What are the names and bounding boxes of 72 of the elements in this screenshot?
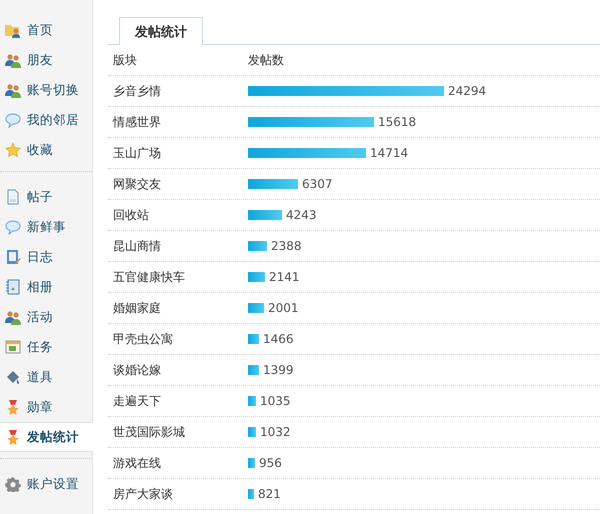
post-count: 2388 [270, 239, 302, 253]
medal-icon [5, 399, 21, 415]
sidebar-item[interactable]: 新鲜事 [0, 212, 92, 242]
chat-bubble-icon [5, 219, 21, 235]
post-count: 1466 [262, 332, 294, 346]
board-name: 谈婚论嫁 [112, 362, 162, 378]
count-bar [248, 303, 264, 313]
folder-person-icon [5, 22, 21, 38]
people-icon [5, 52, 21, 68]
post-count: 15618 [377, 115, 416, 129]
sidebar-item[interactable]: 相册 [0, 272, 92, 302]
count-bar [248, 272, 265, 282]
post-count: 4243 [285, 208, 317, 222]
count-bar [248, 334, 259, 344]
column-header: 发帖数 [248, 52, 284, 68]
post-count: 24294 [447, 84, 486, 98]
board-name: 乡音乡情 [112, 82, 162, 100]
board-name: 回收站 [112, 206, 150, 224]
count-bar [248, 210, 282, 220]
calendar-icon [5, 339, 21, 355]
sidebar-item[interactable]: 我的邻居 [0, 105, 92, 135]
board-name: 走遍天下 [112, 392, 162, 410]
board-name: 昆山商情 [112, 238, 162, 254]
post-count: 2001 [267, 301, 299, 315]
sidebar-item[interactable]: 任务 [0, 332, 92, 362]
post-count: 1032 [259, 425, 291, 439]
chat-bubble-icon [5, 112, 21, 128]
post-count: 1035 [259, 394, 291, 408]
notebook-icon [5, 249, 21, 265]
people-icon [5, 309, 21, 325]
count-bar [248, 241, 267, 251]
sidebar-item[interactable]: 首页 [0, 15, 92, 45]
board-name: 世茂国际影城 [112, 424, 186, 440]
medal-icon [5, 429, 21, 445]
count-bar [248, 365, 259, 375]
sidebar-item[interactable]: 日志 [0, 242, 92, 272]
count-bar [248, 489, 254, 499]
people-icon [5, 82, 21, 98]
board-name: 婚姻家庭 [112, 300, 162, 316]
board-name: 玉山广场 [112, 144, 162, 162]
post-count: 956 [258, 456, 282, 470]
album-icon [5, 279, 21, 295]
document-icon [5, 189, 21, 205]
post-count: 2141 [268, 270, 300, 284]
sidebar-item[interactable]: 账号切换 [0, 75, 92, 105]
board-name: 游戏在线 [112, 454, 162, 472]
tab[interactable]: 发帖统计 [119, 17, 203, 45]
sidebar-item[interactable]: 发帖统计 [0, 422, 93, 452]
post-count: 6307 [301, 177, 333, 191]
sidebar-item[interactable]: 朋友 [0, 45, 92, 75]
count-bar [248, 458, 255, 468]
post-count: 14714 [369, 146, 408, 160]
gear-icon [5, 476, 21, 492]
post-count: 1399 [262, 363, 294, 377]
column-header: 版块 [112, 52, 138, 68]
board-name: 甲壳虫公寓 [112, 330, 174, 348]
sidebar-item[interactable]: 勋章 [0, 392, 92, 422]
count-bar [248, 179, 298, 189]
count-bar [248, 396, 256, 406]
board-name: 房产大家谈 [112, 486, 174, 502]
sidebar-item[interactable]: 活动 [0, 302, 92, 332]
sidebar-item[interactable]: 帖子 [0, 182, 92, 212]
board-name: 情感世界 [112, 114, 162, 130]
sidebar-item[interactable]: 道具 [0, 362, 92, 392]
board-name: 五官健康快车 [112, 268, 186, 286]
board-name: 网聚交友 [112, 176, 162, 192]
count-bar [248, 427, 256, 437]
star-icon [5, 142, 21, 158]
sidebar-item[interactable]: 收藏 [0, 135, 92, 165]
sidebar-item[interactable]: 账户设置 [0, 469, 92, 499]
post-count: 821 [257, 487, 281, 501]
paint-bucket-icon [5, 369, 21, 385]
